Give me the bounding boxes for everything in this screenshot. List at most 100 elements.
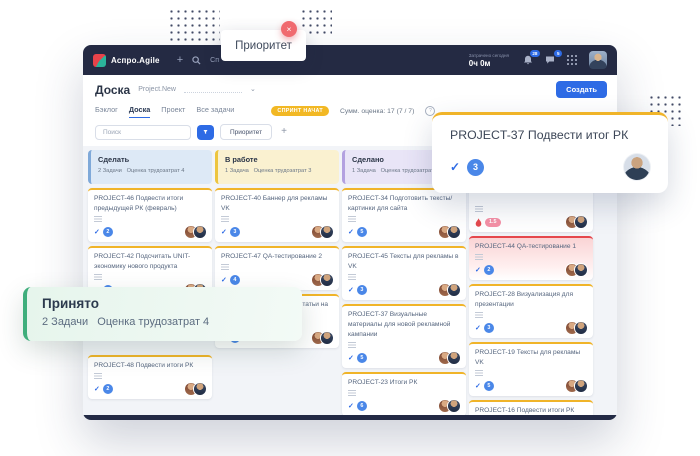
- description-icon: [221, 216, 229, 222]
- check-icon: ✓: [348, 286, 354, 294]
- focus-task-footer: ✓ 3: [450, 154, 650, 180]
- nav-menu-item[interactable]: Сп: [210, 57, 219, 64]
- description-icon: [348, 390, 356, 396]
- task-title: PROJECT-37 Визуальные материалы для ново…: [348, 310, 460, 340]
- task-card[interactable]: PROJECT-48 Подвести итоги РК ✓ 2: [88, 355, 212, 399]
- tab-backlog[interactable]: Бэклог: [95, 105, 118, 118]
- create-button[interactable]: Создать: [556, 81, 607, 98]
- task-card[interactable]: PROJECT-19 Тексты для рекламы VK ✓ 5: [469, 342, 593, 396]
- task-title: PROJECT-23 Итоги РК: [348, 378, 460, 388]
- filter-button[interactable]: [197, 125, 214, 140]
- task-footer: ✓ 3: [221, 226, 333, 238]
- column-card-list: ✓ 1.5 PROJECT-44 QA-тестирование 1 ✓ 2: [469, 188, 593, 420]
- task-footer: ✓ 3: [475, 322, 587, 334]
- board-header: Доска Project.New ⌄ Создать: [83, 75, 617, 101]
- tab-project[interactable]: Проект: [161, 105, 185, 118]
- task-footer: ✓ 5: [348, 352, 460, 364]
- task-card[interactable]: PROJECT-44 QA-тестирование 1 ✓ 2: [469, 236, 593, 280]
- window-bottom-bar: [83, 415, 617, 420]
- points-badge: 2: [103, 384, 113, 394]
- column-meta: 2 Задачи Оценка трудозатрат 4: [98, 168, 205, 174]
- notifications-bell-icon[interactable]: 28: [523, 55, 533, 65]
- task-card[interactable]: PROJECT-40 Баннер для рекламы VK ✓ 3: [215, 188, 339, 242]
- task-title: PROJECT-40 Баннер для рекламы VK: [221, 194, 333, 214]
- task-title: PROJECT-19 Тексты для рекламы VK: [475, 348, 587, 368]
- top-navbar: Аспро.Agile + Сп Затрачено сегодня 0ч 0м…: [83, 45, 617, 75]
- time-tracker-label: Затрачено сегодня: [469, 53, 509, 58]
- task-card[interactable]: PROJECT-45 Тексты для рекламы в VK ✓ 3: [342, 246, 466, 300]
- description-icon: [94, 216, 102, 222]
- task-footer: ✓ 2: [94, 383, 206, 395]
- messages-icon[interactable]: 5: [545, 55, 555, 65]
- add-filter-icon[interactable]: +: [281, 127, 287, 137]
- check-icon: ✓: [475, 382, 481, 390]
- user-avatar[interactable]: [589, 51, 607, 69]
- chevron-down-icon[interactable]: ⌄: [250, 86, 256, 93]
- description-icon: [94, 373, 102, 379]
- check-icon: ✓: [94, 228, 100, 236]
- task-footer: ✓ 5: [348, 226, 460, 238]
- funnel-icon: [203, 128, 208, 136]
- app-logo[interactable]: Аспро.Agile: [93, 54, 160, 67]
- description-icon: [475, 206, 483, 212]
- assignee-avatar: [575, 380, 587, 392]
- dotted-divider: [184, 87, 242, 93]
- assignee-avatar: [575, 322, 587, 334]
- description-icon: [348, 274, 356, 280]
- board-column: Сделать 2 Задачи Оценка трудозатрат 4 PR…: [88, 150, 212, 399]
- column-header[interactable]: Сделать 2 Задачи Оценка трудозатрат 4: [88, 150, 212, 184]
- points-badge: 5: [484, 381, 494, 391]
- check-icon: ✓: [475, 324, 481, 332]
- assignee-avatar: [448, 352, 460, 364]
- points-badge: 3: [467, 159, 484, 176]
- priority-tooltip-label: Приоритет: [235, 40, 292, 52]
- assignee-avatar: [321, 332, 333, 344]
- focus-task-title: PROJECT-37 Подвести итог РК: [450, 128, 650, 142]
- check-icon: ✓: [450, 160, 460, 174]
- task-card[interactable]: PROJECT-23 Итоги РК ✓ 6: [342, 372, 466, 416]
- search-input[interactable]: [101, 128, 185, 137]
- add-icon[interactable]: +: [177, 55, 183, 66]
- column-title: Сделать: [98, 155, 205, 164]
- task-card[interactable]: ✓ 1.5: [469, 188, 593, 232]
- project-selector[interactable]: Project.New: [138, 86, 176, 93]
- app-name: Аспро.Agile: [111, 56, 160, 65]
- time-tracker-value: 0ч 0м: [469, 59, 509, 68]
- column-meta: 1 Задача Оценка трудозатрат 3: [225, 168, 332, 174]
- points-badge: 5: [357, 353, 367, 363]
- task-title: [475, 194, 587, 204]
- app-window: Аспро.Agile + Сп Затрачено сегодня 0ч 0м…: [83, 45, 617, 420]
- check-icon: ✓: [221, 276, 227, 284]
- tab-all-tasks[interactable]: Все задачи: [196, 105, 234, 118]
- task-card[interactable]: PROJECT-28 Визуализация для презентации …: [469, 284, 593, 338]
- task-card[interactable]: PROJECT-34 Подготовить тексты/картинки д…: [342, 188, 466, 242]
- check-icon: ✓: [94, 385, 100, 393]
- search-box[interactable]: [95, 125, 191, 140]
- priority-filter-chip[interactable]: Приоритет: [220, 124, 272, 140]
- decor-dots: [300, 8, 332, 34]
- check-icon: ✓: [221, 228, 227, 236]
- task-title: PROJECT-28 Визуализация для презентации: [475, 290, 587, 310]
- close-icon[interactable]: ×: [281, 21, 297, 37]
- description-icon: [475, 370, 483, 376]
- task-footer: ✓ 2: [475, 264, 587, 276]
- task-title: PROJECT-46 Подвести итоги предыдущей РК …: [94, 194, 206, 214]
- focus-task-card[interactable]: PROJECT-37 Подвести итог РК ✓ 3: [432, 112, 668, 193]
- points-badge: 2: [103, 227, 113, 237]
- task-card[interactable]: PROJECT-37 Визуальные материалы для ново…: [342, 304, 466, 368]
- check-icon: ✓: [348, 354, 354, 362]
- search-icon[interactable]: [192, 56, 201, 65]
- column-header[interactable]: В работе 1 Задача Оценка трудозатрат 3: [215, 150, 339, 184]
- page: Аспро.Agile + Сп Затрачено сегодня 0ч 0м…: [0, 0, 700, 456]
- description-icon: [348, 216, 356, 222]
- task-card[interactable]: PROJECT-47 QA-тестирование 2 ✓ 4: [215, 246, 339, 290]
- apps-grid-icon[interactable]: [567, 55, 577, 65]
- points-badge: 5: [357, 227, 367, 237]
- time-tracker[interactable]: Затрачено сегодня 0ч 0м: [469, 53, 509, 68]
- column-card-list: PROJECT-34 Подготовить тексты/картинки д…: [342, 188, 466, 416]
- task-card[interactable]: PROJECT-46 Подвести итоги предыдущей РК …: [88, 188, 212, 242]
- tab-board[interactable]: Доска: [129, 105, 150, 118]
- fire-icon: [475, 218, 482, 227]
- accepted-title: Принято: [42, 296, 287, 311]
- points-badge: 3: [230, 227, 240, 237]
